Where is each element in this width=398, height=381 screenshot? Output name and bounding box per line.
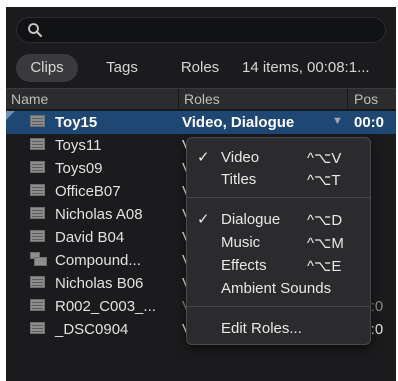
roles-dropdown-arrow-icon[interactable]: ▼: [332, 115, 343, 127]
browser-tabs: Clips Tags Roles 14 items, 00:08:1...: [16, 54, 391, 82]
menu-item-shortcut: ^⌥V: [307, 150, 342, 167]
menu-item-shortcut: ^⌥M: [307, 235, 344, 252]
table-row[interactable]: Toy15 Video, Dialogue ▼ 00:0: [6, 111, 396, 134]
clip-name: R002_C003_...: [55, 298, 156, 315]
app-window: Clips Tags Roles 14 items, 00:08:1... Na…: [0, 0, 398, 381]
clip-name: David B04: [55, 229, 125, 246]
menu-item-shortcut: ^⌥T: [307, 172, 341, 189]
clip-name: Toys09: [55, 160, 103, 177]
clip-icon: [30, 138, 45, 150]
menu-separator: [187, 197, 370, 198]
menu-item-ambient-sounds[interactable]: Ambient Sounds: [187, 277, 370, 299]
clip-icon: [30, 322, 45, 334]
clip-name: _DSC0904: [55, 321, 129, 338]
clip-icon: [30, 161, 45, 173]
tab-clips[interactable]: Clips: [16, 54, 78, 82]
compound-clip-icon: [30, 252, 47, 266]
item-summary: 14 items, 00:08:1...: [242, 59, 370, 76]
menu-item-shortcut: ^⌥E: [307, 258, 342, 275]
column-header-roles[interactable]: Roles: [184, 91, 220, 107]
clip-name: Toy15: [55, 114, 98, 131]
column-header-position[interactable]: Pos: [354, 91, 378, 107]
selection-corner: [6, 111, 15, 120]
clip-name: OfficeB07: [55, 183, 121, 200]
clip-name: Toys11: [55, 137, 102, 154]
clip-icon: [30, 230, 45, 242]
tab-tags[interactable]: Tags: [96, 54, 148, 82]
search-field[interactable]: [16, 17, 386, 43]
list-header: Name Roles Pos: [6, 88, 396, 110]
checkmark-icon: ✓: [197, 149, 210, 166]
checkmark-icon: ✓: [197, 211, 210, 228]
menu-item-label: Effects: [221, 257, 267, 274]
menu-item-video[interactable]: ✓ Video ^⌥V: [187, 146, 370, 168]
menu-item-label: Edit Roles...: [221, 320, 302, 337]
tab-roles[interactable]: Roles: [168, 54, 232, 82]
search-icon: [28, 23, 42, 37]
menu-item-titles[interactable]: Titles ^⌥T: [187, 168, 370, 190]
clip-icon: [30, 184, 45, 196]
menu-item-shortcut: ^⌥D: [307, 212, 343, 229]
clip-icon: [30, 115, 45, 127]
clip-icon: [30, 299, 45, 311]
menu-item-music[interactable]: Music ^⌥M: [187, 231, 370, 253]
clip-roles[interactable]: Video, Dialogue: [182, 114, 294, 131]
menu-item-label: Video: [221, 149, 260, 166]
menu-item-dialogue[interactable]: ✓ Dialogue ^⌥D: [187, 208, 370, 230]
clip-name: Compound...: [55, 252, 141, 269]
menu-item-label: Ambient Sounds: [221, 280, 332, 297]
menu-item-edit-roles[interactable]: Edit Roles...: [187, 317, 370, 339]
clip-name: Nicholas B06: [55, 275, 144, 292]
column-header-name[interactable]: Name: [11, 91, 48, 107]
menu-separator: [187, 306, 370, 307]
roles-popup-menu: ✓ Video ^⌥V Titles ^⌥T ✓ Dialogue ^⌥D Mu…: [186, 137, 371, 345]
clip-name: Nicholas A08: [55, 206, 143, 223]
menu-item-effects[interactable]: Effects ^⌥E: [187, 254, 370, 276]
menu-item-label: Titles: [221, 171, 257, 188]
browser-panel: Clips Tags Roles 14 items, 00:08:1... Na…: [6, 7, 396, 381]
menu-item-label: Music: [221, 234, 261, 251]
clip-icon: [30, 276, 45, 288]
clip-icon: [30, 207, 45, 219]
clip-position: 00:0: [354, 114, 385, 131]
menu-item-label: Dialogue: [221, 211, 281, 228]
